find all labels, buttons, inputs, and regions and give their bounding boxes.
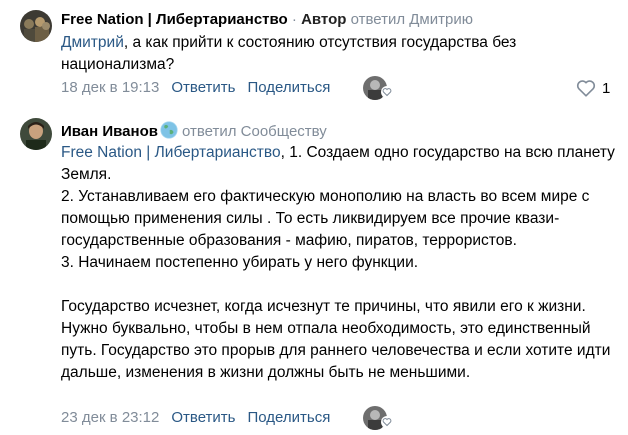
globe-icon (160, 121, 178, 139)
comment-meta: 23 дек в 23:12 Ответить Поделиться (61, 409, 342, 427)
share-button[interactable]: Поделиться (247, 79, 330, 97)
author-avatar[interactable] (20, 10, 52, 42)
comment-text: Free Nation | Либертарианство, 1. Создае… (61, 142, 616, 384)
comment-date[interactable]: 23 дек в 23:12 (61, 409, 159, 427)
reply-button[interactable]: Ответить (171, 409, 235, 427)
author-avatar[interactable] (20, 118, 52, 150)
mention-link[interactable]: Дмитрий (61, 34, 124, 51)
comment-meta: 18 дек в 19:13 Ответить Поделиться (61, 79, 342, 97)
reply-button[interactable]: Ответить (171, 79, 235, 97)
comment-body: , а как прийти к состоянию отсутствия го… (61, 34, 517, 73)
heart-icon (381, 416, 393, 428)
author-name[interactable]: Free Nation | Либертарианство (61, 11, 288, 28)
mention-link[interactable]: Free Nation | Либертарианство (61, 144, 281, 161)
comment-date[interactable]: 18 дек в 19:13 (61, 79, 159, 97)
comment: Free Nation | Либертарианство · Автор от… (0, 0, 628, 105)
share-button[interactable]: Поделиться (247, 409, 330, 427)
comment-header: Free Nation | Либертарианство · Автор от… (61, 11, 473, 29)
author-role-badge: Автор (301, 11, 347, 28)
heart-icon (576, 80, 596, 97)
comment: Иван Иванов ответил Сообществу Free Nati… (0, 105, 628, 435)
header-separator: · (287, 11, 302, 28)
comment-header: Иван Иванов ответил Сообществу (61, 121, 327, 141)
reply-to-label[interactable]: ответил Сообществу (182, 123, 327, 140)
like-count: 1 (602, 79, 611, 97)
author-name[interactable]: Иван Иванов (61, 123, 158, 140)
like-button[interactable]: 1 (576, 79, 610, 97)
comment-text: Дмитрий, а как прийти к состоянию отсутс… (61, 32, 616, 76)
comment-body: , 1. Создаем одно государство на всю пла… (61, 144, 615, 381)
heart-icon (381, 86, 393, 98)
reply-to-label[interactable]: ответил Дмитрию (351, 11, 473, 28)
